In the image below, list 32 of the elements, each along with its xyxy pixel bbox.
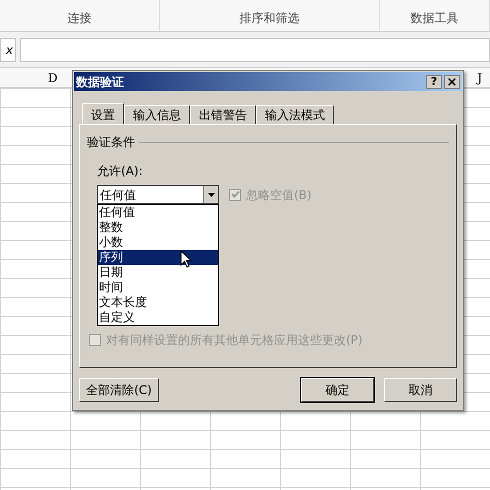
group-title: 验证条件 xyxy=(87,134,135,151)
checkbox-label: 忽略空值(B) xyxy=(246,186,312,204)
checkbox-label: 对有同样设置的所有其他单元格应用这些更改(P) xyxy=(106,332,363,349)
tab[interactable]: 设置 xyxy=(82,103,124,125)
formula-field[interactable] xyxy=(20,38,490,62)
column-header: J xyxy=(477,70,482,86)
ribbon-group-label: 数据工具 xyxy=(410,10,458,27)
list-item[interactable]: 小数 xyxy=(98,235,218,250)
help-button[interactable]: ? xyxy=(426,74,442,88)
ribbon-group-label: 连接 xyxy=(68,10,92,27)
check-icon xyxy=(230,190,240,199)
list-item[interactable]: 序列 xyxy=(98,250,218,265)
dialog-button[interactable]: 取消 xyxy=(384,378,457,402)
field-label: 允许(A): xyxy=(97,164,143,178)
list-item[interactable]: 整数 xyxy=(98,220,218,235)
list-item[interactable]: 自定义 xyxy=(98,310,218,325)
list-item[interactable]: 文本长度 xyxy=(98,295,218,310)
column-header: D xyxy=(48,70,58,86)
dialog-button[interactable]: 确定 xyxy=(301,378,374,402)
tab[interactable]: 出错警告 xyxy=(190,105,256,124)
list-item[interactable]: 日期 xyxy=(98,265,218,280)
window-title: 数据验证 xyxy=(76,74,124,90)
close-button[interactable]: × xyxy=(444,74,460,88)
allow-dropdown[interactable]: 任何值 xyxy=(97,185,219,204)
tab[interactable]: 输入信息 xyxy=(124,105,190,124)
mouse-pointer-icon xyxy=(180,250,192,268)
dialog-button[interactable]: 全部清除(C) xyxy=(79,378,159,402)
function-label[interactable]: x xyxy=(0,38,16,62)
tab[interactable]: 输入法模式 xyxy=(256,105,334,124)
ribbon-group-label: 排序和筛选 xyxy=(240,10,300,27)
list-item[interactable]: 时间 xyxy=(98,280,218,295)
list-item[interactable]: 任何值 xyxy=(98,205,218,220)
